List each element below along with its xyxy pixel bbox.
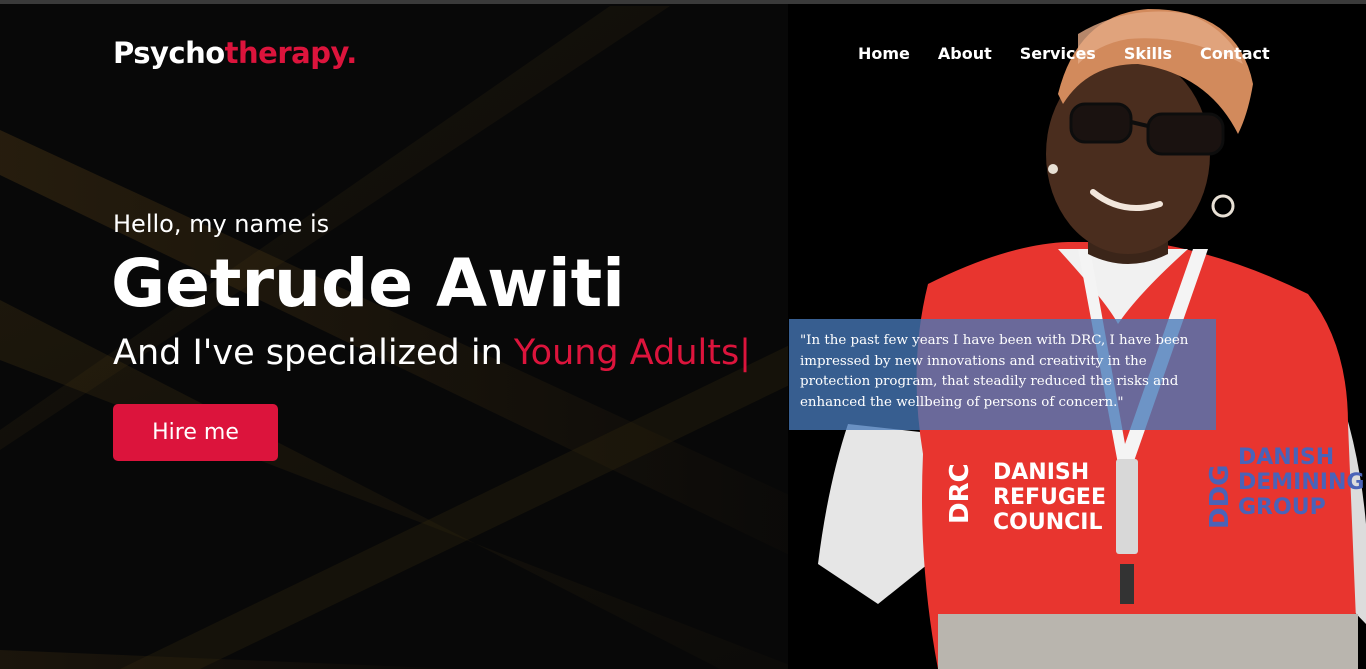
nav-skills-link[interactable]: Skills [1124, 44, 1172, 63]
specialty-typed-text: Young Adults| [513, 333, 751, 373]
svg-text:DEMINING: DEMINING [1238, 470, 1364, 495]
hero-name: Getrude Awiti [111, 245, 625, 322]
hire-me-button[interactable]: Hire me [113, 404, 278, 461]
nav-contact-link[interactable]: Contact [1200, 44, 1270, 63]
svg-text:DRC: DRC [945, 463, 975, 524]
logo-accent-text: therapy. [224, 36, 358, 70]
svg-text:DANISH: DANISH [993, 460, 1089, 485]
svg-text:DDG: DDG [1205, 464, 1235, 529]
hero-specialty: And I've specialized in Young Adults| [113, 333, 751, 373]
main-navigation: Home About Services Skills Contact [858, 44, 1298, 63]
hero-page: DRC DANISH REFUGEE COUNCIL DDG DANISH DE… [0, 0, 1366, 669]
testimonial-quote: "In the past few years I have been with … [789, 319, 1216, 430]
svg-text:GROUP: GROUP [1238, 495, 1326, 520]
svg-text:REFUGEE: REFUGEE [993, 485, 1106, 510]
specialty-prefix: And I've specialized in [113, 333, 514, 373]
svg-text:COUNCIL: COUNCIL [993, 510, 1102, 535]
nav-about-link[interactable]: About [938, 44, 992, 63]
hero-greeting: Hello, my name is [113, 210, 330, 238]
nav-home-link[interactable]: Home [858, 44, 910, 63]
site-logo[interactable]: Psychotherapy. [113, 36, 357, 70]
svg-text:DANISH: DANISH [1238, 445, 1334, 470]
nav-services-link[interactable]: Services [1020, 44, 1096, 63]
logo-main-text: Psycho [113, 36, 225, 70]
